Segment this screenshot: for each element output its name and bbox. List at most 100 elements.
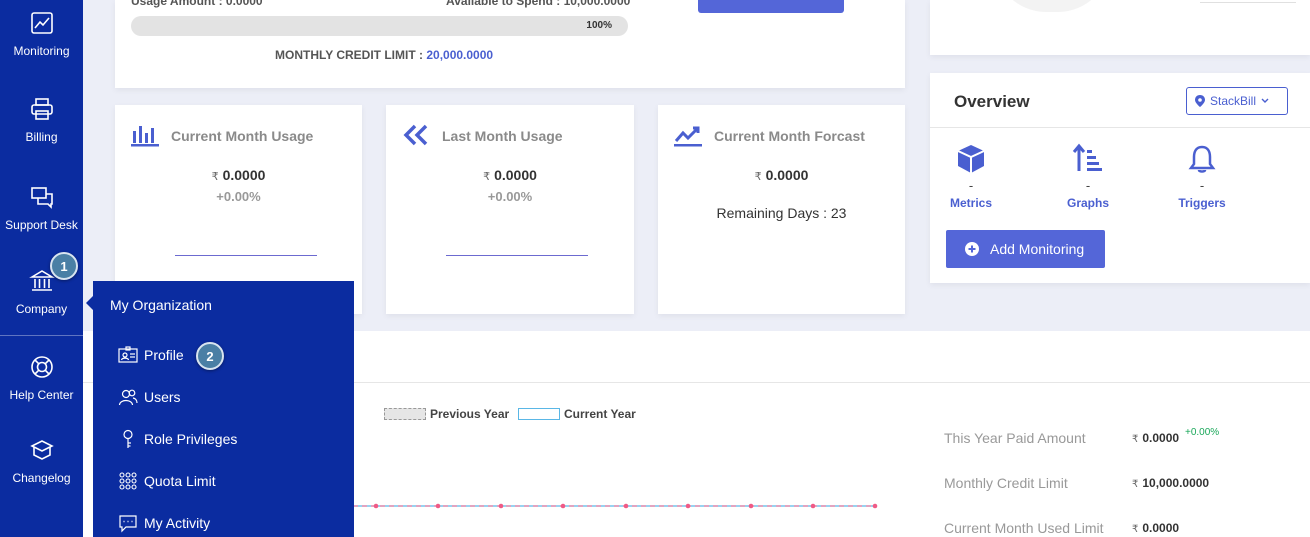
data-point (810, 503, 816, 509)
key-icon (123, 429, 133, 448)
cube-icon (957, 145, 985, 173)
data-point (748, 503, 754, 509)
select-fragment (1200, 2, 1296, 3)
menu-title: My Organization (110, 297, 212, 313)
stat-label: This Year Paid Amount (944, 430, 1086, 446)
metrics-label: Metrics (949, 196, 993, 210)
select-value: StackBill (1210, 94, 1257, 108)
sidebar-item-monitoring[interactable]: Monitoring (0, 10, 83, 58)
bar-chart-icon (131, 126, 159, 147)
menu-item-label: Profile (144, 347, 184, 363)
menu-item-quota-limit[interactable]: Quota Limit (118, 471, 216, 491)
menu-item-my-activity[interactable]: My Activity (118, 513, 210, 533)
card-title: Current Month Forcast (714, 128, 865, 144)
monthly-credit-limit: MONTHLY CREDIT LIMIT : 20,000.0000 (275, 48, 493, 62)
step-badge-2: 2 (196, 342, 224, 370)
users-icon (118, 389, 138, 406)
current-month-forcast-card: Current Month Forcast ₹0.0000 Remaining … (658, 105, 905, 314)
add-monitoring-button[interactable]: Add Monitoring (946, 230, 1105, 268)
menu-item-label: Quota Limit (144, 473, 216, 489)
legend-current-year-swatch[interactable] (518, 408, 560, 420)
menu-item-profile[interactable]: Profile (118, 345, 184, 365)
amount: 0.0000 (765, 167, 809, 183)
credit-limit-label: MONTHLY CREDIT LIMIT : (275, 48, 423, 62)
currency-symbol: ₹ (1132, 479, 1139, 490)
menu-item-label: Users (144, 389, 181, 405)
menu-item-label: Role Privileges (144, 431, 238, 447)
amount: 0.0000 (1142, 431, 1180, 445)
sidebar-item-label: Company (15, 302, 68, 316)
stat-value: ₹0.0000 (1132, 521, 1179, 535)
graphs-value: - (1085, 178, 1091, 193)
sort-amount-icon (1072, 143, 1102, 171)
sidebar-item-label: Changelog (12, 471, 71, 485)
sidebar-item-changelog[interactable]: Changelog (0, 437, 83, 485)
sparkline (175, 255, 317, 256)
progress-label: 100% (586, 20, 612, 31)
box-icon (29, 440, 54, 460)
currency-symbol: ₹ (754, 171, 762, 183)
add-monitoring-label: Add Monitoring (990, 241, 1085, 257)
card-change: +0.00% (487, 189, 533, 204)
triggers-label: Triggers (1178, 196, 1226, 210)
data-point (623, 503, 629, 509)
chart-icon (30, 12, 53, 34)
card-value: ₹0.0000 (115, 167, 362, 183)
triggers-value: - (1199, 178, 1205, 193)
currency-symbol: ₹ (1132, 434, 1139, 445)
overview-title: Overview (954, 92, 1030, 111)
amount: 10,000.0000 (1142, 476, 1210, 490)
bell-icon (1188, 145, 1216, 173)
overview-metrics[interactable]: - Metrics (931, 143, 1011, 210)
card-value: ₹0.0000 (386, 167, 634, 183)
sidebar-item-label: Help Center (9, 388, 74, 402)
overview-graphs[interactable]: - Graphs (1048, 143, 1128, 210)
data-point (498, 503, 504, 509)
credit-summary-card (115, 0, 905, 88)
legend-previous-year-swatch[interactable] (384, 408, 426, 420)
legend-previous-year[interactable]: Previous Year (430, 407, 509, 421)
sidebar-item-label: Support Desk (5, 218, 78, 232)
donut-chart-fragment (994, 0, 1110, 12)
sidebar-divider (0, 335, 83, 336)
top-right-card (930, 0, 1310, 55)
overview-triggers[interactable]: - Triggers (1162, 143, 1242, 210)
message-icon (119, 515, 137, 533)
project-select[interactable]: StackBill (1186, 87, 1288, 115)
sidebar-item-help-center[interactable]: Help Center (0, 354, 83, 402)
card-change: +0.00% (216, 189, 261, 204)
metrics-value: - (968, 178, 974, 193)
lifebuoy-icon (30, 356, 53, 378)
step-badge-1: 1 (50, 252, 78, 280)
card-title: Current Month Usage (171, 128, 314, 144)
top-action-button[interactable] (698, 0, 844, 13)
sidebar-item-support-desk[interactable]: Support Desk (0, 184, 83, 232)
sidebar-item-billing[interactable]: Billing (0, 96, 83, 144)
stat-delta: +0.00% (1185, 427, 1220, 438)
chat-icon (30, 187, 53, 209)
stat-value: ₹10,000.0000 (1132, 476, 1209, 490)
credit-limit-value: 20,000.0000 (426, 48, 494, 62)
overview-card: Overview StackBill - Metrics - Graphs - … (930, 73, 1310, 283)
menu-item-label: My Activity (144, 515, 211, 531)
stat-value: ₹0.0000 (1132, 431, 1179, 445)
menu-item-users[interactable]: Users (118, 387, 181, 407)
legend-current-year[interactable]: Current Year (564, 407, 636, 421)
menu-item-role-privileges[interactable]: Role Privileges (118, 429, 237, 449)
chevron-down-icon (1261, 98, 1269, 103)
data-point (872, 503, 878, 509)
yearly-chart-line (353, 503, 878, 509)
amount: 0.0000 (1142, 521, 1180, 535)
available-label: Available to Spend : 10,000.0000 (446, 0, 631, 8)
usage-amount-label: Usage Amount : 0.0000 (131, 0, 263, 8)
credit-progress-bar: 100% (131, 16, 628, 36)
data-point (435, 503, 441, 509)
map-pin-icon (1195, 95, 1205, 107)
data-point (373, 503, 379, 509)
printer-icon (30, 98, 53, 120)
currency-symbol: ₹ (483, 171, 491, 183)
sparkline (446, 255, 588, 256)
currency-symbol: ₹ (211, 171, 219, 183)
amount: 0.0000 (494, 167, 537, 183)
currency-symbol: ₹ (1132, 524, 1139, 535)
